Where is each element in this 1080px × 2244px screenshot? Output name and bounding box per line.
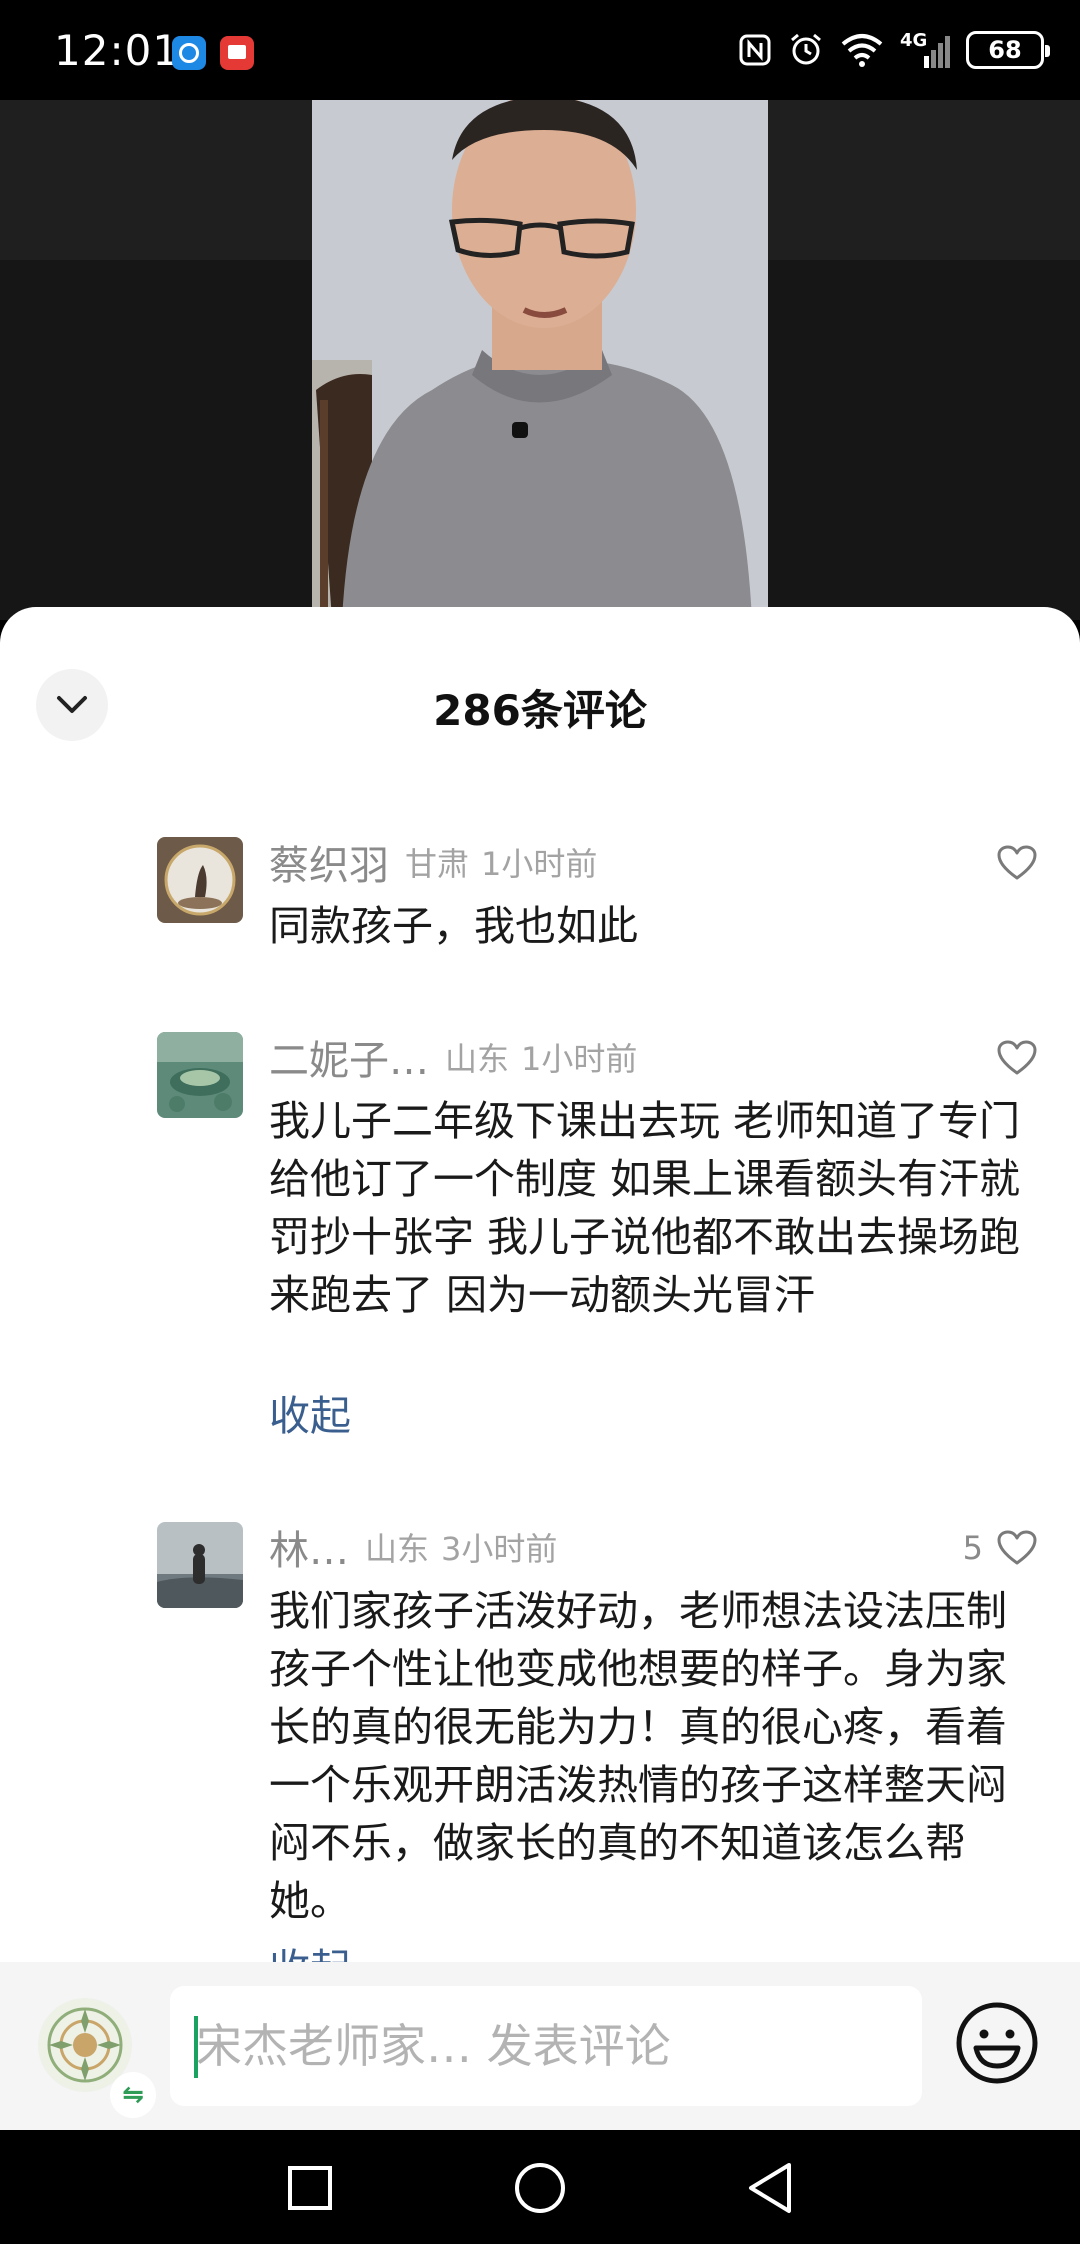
smiley-icon <box>956 2002 1038 2084</box>
avatar[interactable] <box>157 1522 243 1608</box>
comment-count-title: 286条评论 <box>433 686 647 735</box>
video-person-image <box>312 100 768 620</box>
comment-text: 同款孩子，我也如此 <box>269 902 638 950</box>
recent-apps-button[interactable] <box>280 2158 340 2218</box>
battery-indicator: 68 <box>966 31 1050 69</box>
nfc-icon <box>739 34 771 66</box>
comment-header: 二妮子… 山东 1小时前 <box>269 1032 638 1084</box>
comment-text: 我儿子二年级下课出去玩 老师知道了专门给他订了一个制度 如果上课看额头有汗就罚抄… <box>269 1097 1021 1319</box>
comment-author[interactable]: 二妮子… <box>269 1028 429 1086</box>
avatar[interactable] <box>157 837 243 923</box>
notification-app-icon <box>172 36 206 70</box>
comment-author[interactable]: 林… <box>269 1518 349 1576</box>
status-icons: 4G 68 <box>738 28 1050 72</box>
comment-time: 1小时前 <box>521 1040 638 1078</box>
comment-region: 山东 <box>365 1530 430 1568</box>
like-button[interactable] <box>983 843 1037 883</box>
comment-region: 山东 <box>445 1040 510 1078</box>
comment-item: 二妮子… 山东 1小时前 我儿子二年级下课出去玩 老师知道了专门给他订了一个制度… <box>157 1032 1037 1452</box>
comment-time: 3小时前 <box>441 1530 558 1568</box>
like-button[interactable]: 5 <box>963 1528 1037 1568</box>
heart-outline-icon <box>997 1040 1037 1075</box>
square-icon <box>288 2166 332 2210</box>
triangle-back-icon <box>749 2163 791 2213</box>
like-button[interactable] <box>983 1038 1037 1078</box>
comment-item: 林… 山东 3小时前 5 我们家孩子活泼好动，老师想法设法压制孩子个性让他变成他… <box>157 1522 1037 1962</box>
switch-identity-icon[interactable]: ⇋ <box>110 2072 156 2118</box>
emoji-button[interactable] <box>954 2000 1040 2086</box>
comment-region: 甘肃 <box>405 845 470 883</box>
like-count: 5 <box>962 1529 983 1567</box>
back-button[interactable] <box>740 2158 800 2218</box>
comment-sheet: 286条评论 蔡织羽 甘肃 1小时前 同款孩子，我也如此 二妮子… 山东 1小时… <box>0 607 1080 1962</box>
heart-outline-icon <box>997 1530 1037 1565</box>
video-frame[interactable] <box>312 100 768 620</box>
wifi-icon <box>841 34 883 67</box>
comment-author[interactable]: 蔡织羽 <box>269 833 389 891</box>
fold-link[interactable]: 收起 <box>269 1940 351 1962</box>
notification-app-icon-red <box>220 36 254 70</box>
comment-input[interactable]: 宋杰老师家… 发表评论 <box>170 1986 922 2106</box>
fold-link[interactable]: 收起 <box>269 1387 351 1445</box>
comment-text: 我们家孩子活泼好动，老师想法设法压制孩子个性让他变成他想要的样子。身为家长的真的… <box>269 1587 1007 1925</box>
comment-time: 1小时前 <box>481 845 598 883</box>
comment-input-bar: ⇋ 宋杰老师家… 发表评论 <box>0 1962 1080 2130</box>
status-bar: 12:01 4G 68 <box>0 0 1080 100</box>
heart-outline-icon <box>997 845 1037 880</box>
system-nav-bar <box>0 2130 1080 2244</box>
avatar[interactable] <box>157 1032 243 1118</box>
comment-input-placeholder: 宋杰老师家… 发表评论 <box>196 2019 671 2073</box>
home-button[interactable] <box>510 2158 570 2218</box>
signal-indicator: 4G <box>900 30 950 70</box>
circle-icon <box>515 2163 565 2213</box>
comment-header: 林… 山东 3小时前 <box>269 1522 558 1574</box>
status-time: 12:01 <box>54 26 181 75</box>
video-player[interactable] <box>0 100 1080 620</box>
comment-header: 蔡织羽 甘肃 1小时前 <box>269 837 598 889</box>
alarm-icon <box>791 33 821 65</box>
screen: 12:01 4G 68 286条评论 蔡织羽 甘肃 1小时前 同款孩子，我也如此… <box>0 0 1080 2244</box>
signal-icon <box>924 36 950 68</box>
comment-item: 蔡织羽 甘肃 1小时前 同款孩子，我也如此 <box>157 837 1037 977</box>
